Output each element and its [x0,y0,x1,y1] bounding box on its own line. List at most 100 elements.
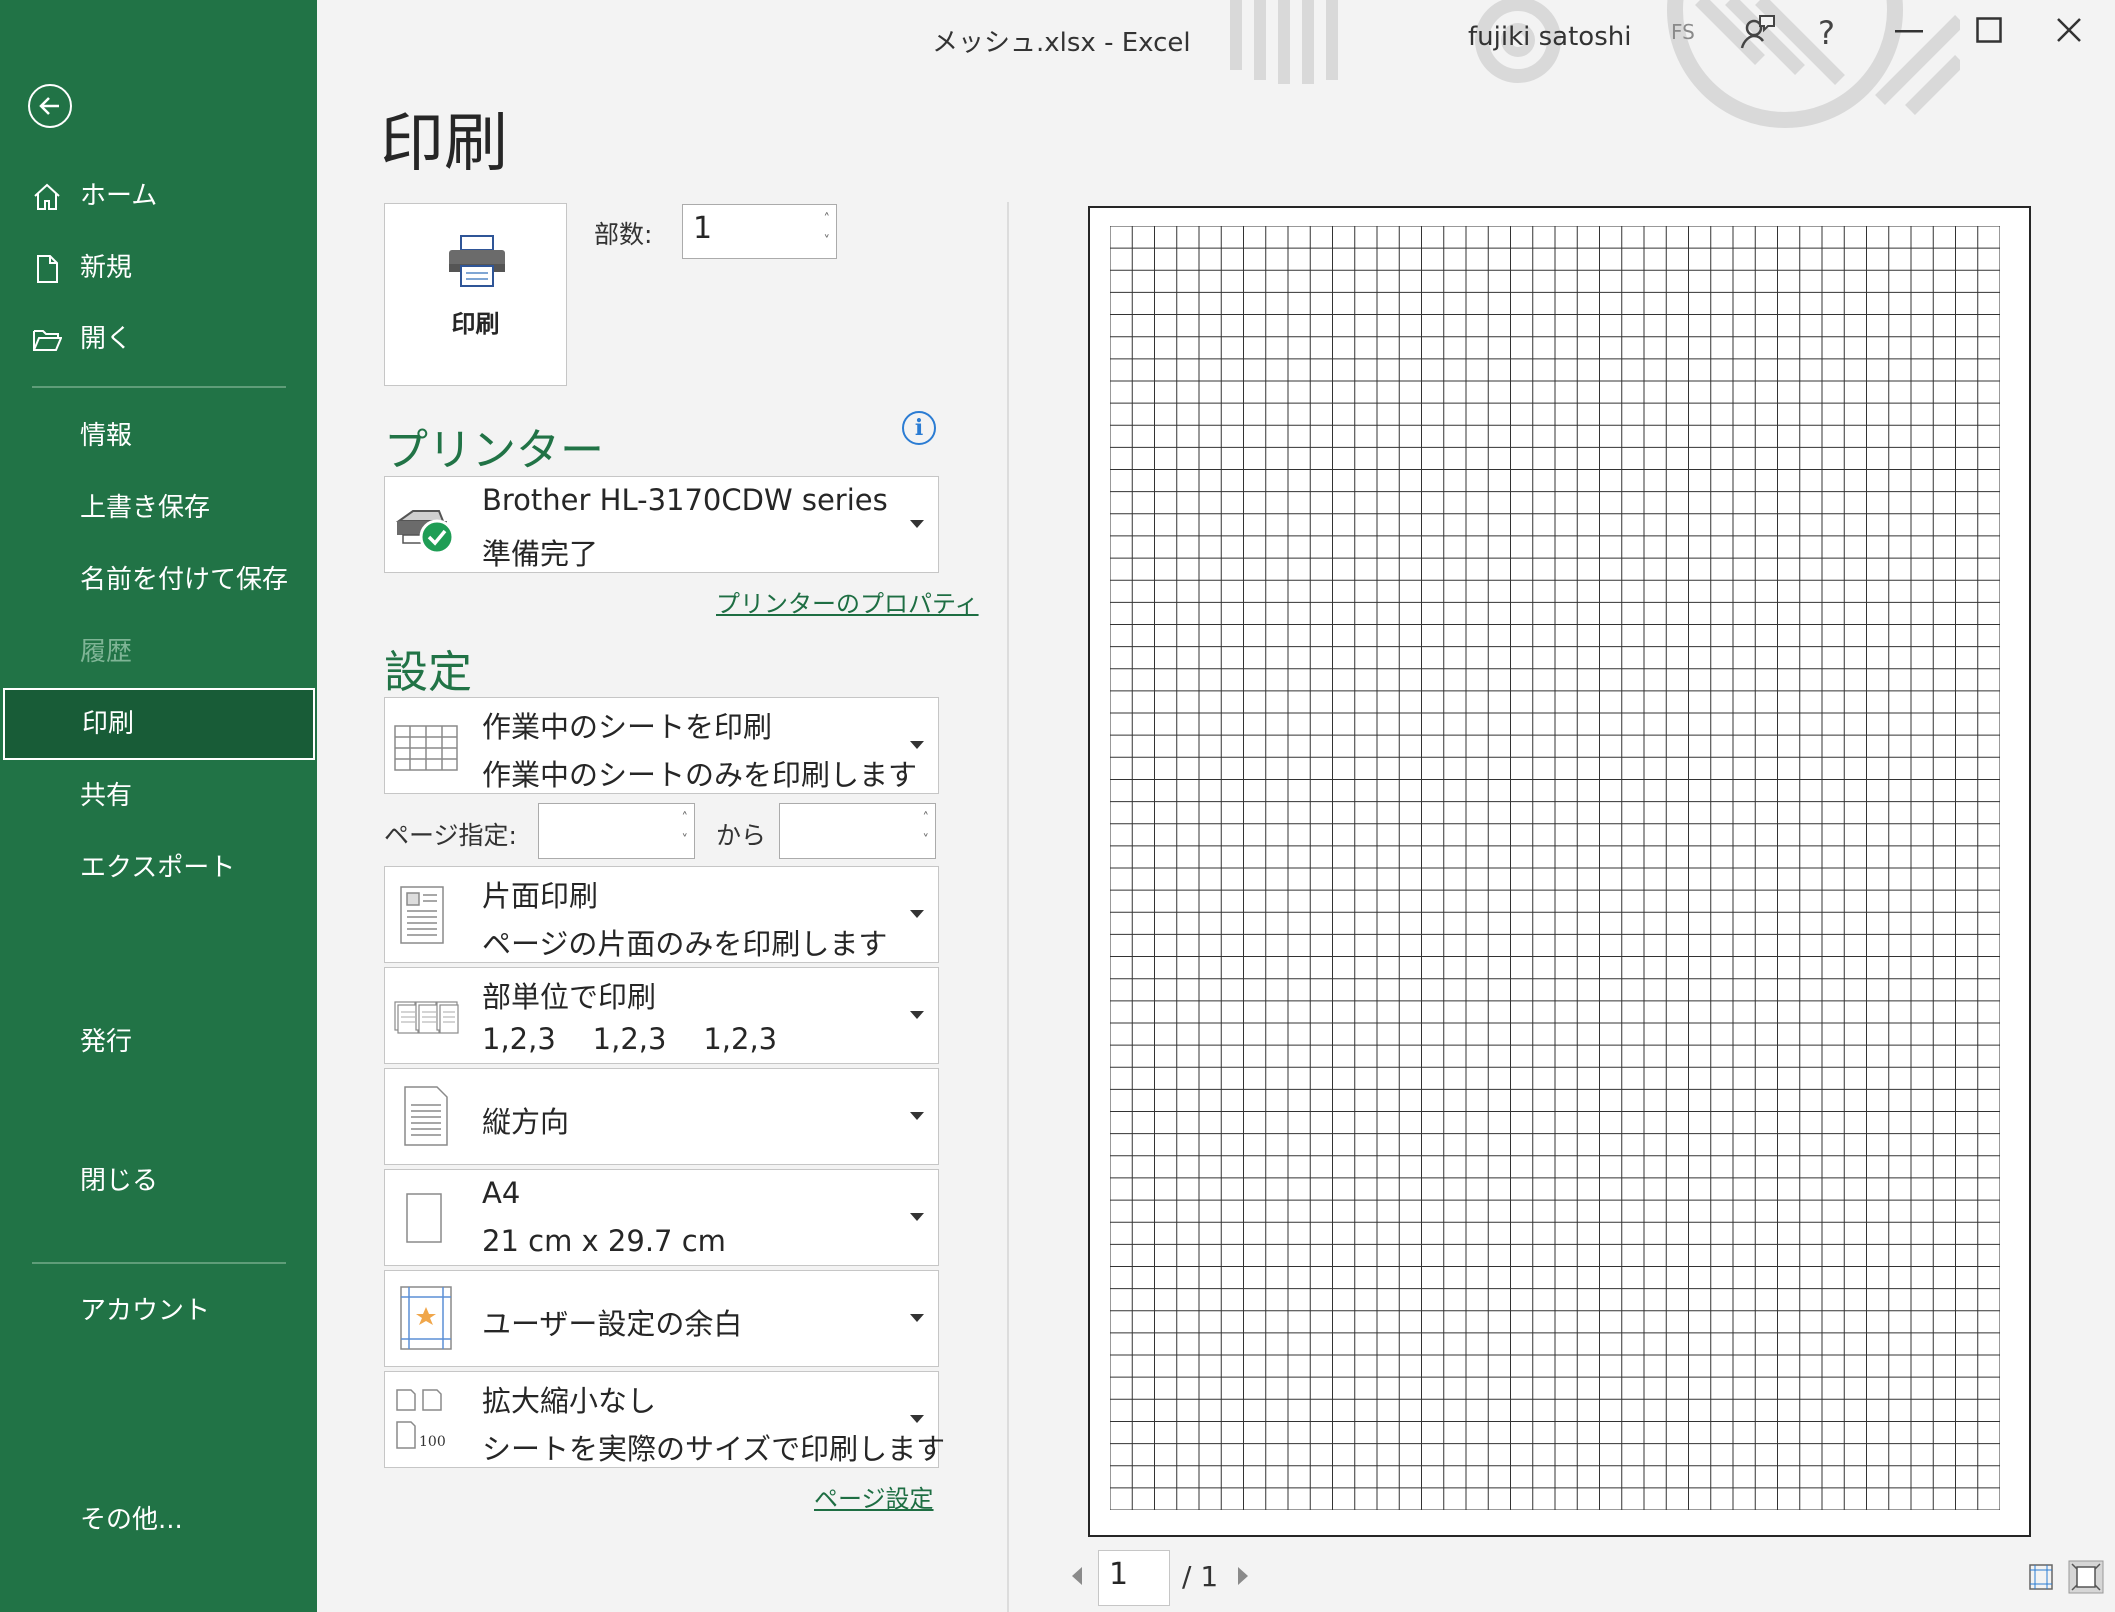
chevron-down-icon [910,520,924,528]
sides-desc: ページの片面のみを印刷します [482,927,888,961]
copies-label: 部数: [594,220,653,249]
share-comment-icon[interactable] [1738,12,1778,52]
pages-to-input[interactable]: ˄ ˅ [779,803,936,859]
sidebar-divider [32,1262,286,1264]
spin-arrows-icon[interactable]: ˄ ˅ [923,808,930,852]
sidebar-item-label: その他... [80,1505,183,1535]
sidebar-item-save-as[interactable]: 名前を付けて保存 [0,550,317,610]
margins-value: ユーザー設定の余白 [482,1307,743,1341]
printer-status: 準備完了 [482,537,599,571]
minimize-icon[interactable] [1895,30,1923,34]
sidebar-item-label: 共有 [80,781,133,811]
mesh-grid [1110,226,2000,1510]
chevron-down-icon [910,1112,924,1120]
help-button[interactable]: ? [1818,14,1835,52]
scaling-icon-label: 100 [419,1434,446,1450]
sidebar-item-more[interactable]: その他... [0,1490,317,1550]
sidebar-item-label: 発行 [80,1027,133,1057]
sidebar-item-open[interactable]: 開く [0,309,317,369]
sidebar-item-account[interactable]: アカウント [0,1281,317,1341]
current-page-input[interactable]: 1 [1098,1550,1170,1606]
sidebar-item-history: 履歴 [0,622,317,682]
show-margins-icon[interactable] [2027,1563,2055,1591]
orientation-dropdown[interactable]: 縦方向 [384,1068,939,1165]
sidebar-item-label: ホーム [80,181,158,211]
sides-title: 片面印刷 [482,879,599,913]
sidebar-item-label: 情報 [80,421,133,451]
sidebar-divider [32,386,286,388]
arrow-left-icon [39,97,59,115]
chevron-down-icon [910,1011,924,1019]
sidebar-item-label: エクスポート [80,853,236,883]
next-page-icon[interactable] [1236,1565,1250,1587]
printer-icon [449,235,505,287]
scaling-dropdown[interactable]: 100 拡大縮小なし シートを実際のサイズで印刷します [384,1371,945,1468]
printer-dropdown[interactable]: Brother HL-3170CDW series 準備完了 [384,476,939,573]
info-icon[interactable]: i [902,411,936,445]
backstage-sidebar: ホーム 新規 開く 情報 上書き保存 名前を付けて保存 履歴 印刷 共有 エクス… [0,0,317,1612]
print-what-title: 作業中のシートを印刷 [482,710,773,744]
custom-margins-icon [400,1286,452,1350]
page-setup-link[interactable]: ページ設定 [814,1479,934,1514]
sidebar-item-home[interactable]: ホーム [0,166,317,226]
print-what-desc: 作業中のシートのみを印刷します [482,758,918,792]
page-title: 印刷 [380,107,508,181]
sidebar-item-publish[interactable]: 発行 [0,1012,317,1072]
paper-size-desc: 21 cm x 29.7 cm [482,1224,726,1258]
sidebar-item-print[interactable]: 印刷 [3,688,315,760]
portrait-page-icon [404,1086,448,1146]
paper-size-title: A4 [482,1176,521,1210]
chevron-down-icon [910,1314,924,1322]
folder-open-icon [33,330,62,351]
printer-properties-link[interactable]: プリンターのプロパティ [716,584,979,619]
sidebar-item-label: 閉じる [80,1166,159,1196]
scaling-title: 拡大縮小なし [482,1384,657,1418]
print-what-dropdown[interactable]: 作業中のシートを印刷 作業中のシートのみを印刷します [384,697,939,794]
sheet-grid-icon [394,725,458,771]
blank-page-icon [406,1193,442,1243]
sidebar-item-info[interactable]: 情報 [0,406,317,466]
copies-stepper[interactable]: 1 ˄ ˅ [682,204,837,259]
collate-title: 部単位で印刷 [482,980,657,1014]
user-name[interactable]: fujiki satoshi [1468,22,1631,52]
sidebar-item-new[interactable]: 新規 [0,238,317,298]
printer-name: Brother HL-3170CDW series [482,483,888,517]
sidebar-item-label: 開く [80,324,133,354]
copies-value: 1 [693,211,713,246]
spin-arrows-icon[interactable]: ˄ ˅ [682,808,689,852]
sidebar-item-save[interactable]: 上書き保存 [0,478,317,538]
printer-section-title: プリンター [384,425,604,476]
back-button[interactable] [28,84,72,128]
print-button[interactable]: 印刷 [384,203,567,386]
user-initials-avatar[interactable]: FS [1671,20,1695,44]
no-scaling-icon: 100 [396,1389,446,1450]
orientation-value: 縦方向 [482,1105,570,1139]
collated-pages-icon [394,1001,459,1034]
pane-splitter[interactable] [1007,202,1009,1612]
sidebar-item-label: 新規 [80,253,133,283]
previous-page-icon[interactable] [1070,1565,1084,1587]
sidebar-item-share[interactable]: 共有 [0,766,317,826]
pages-to-label: から [716,821,767,850]
sidebar-item-label: 印刷 [82,709,135,739]
sidebar-item-export[interactable]: エクスポート [0,838,317,898]
sidebar-item-label: 名前を付けて保存 [80,565,289,595]
close-icon[interactable] [2056,17,2082,43]
sides-dropdown[interactable]: 片面印刷 ページの片面のみを印刷します [384,866,939,963]
window-title: メッシュ.xlsx - Excel [932,28,1191,58]
spin-arrows-icon[interactable]: ˄ ˅ [824,209,831,253]
new-document-icon [37,255,58,283]
sidebar-item-close[interactable]: 閉じる [0,1151,317,1211]
sidebar-item-label: 上書き保存 [80,493,211,523]
maximize-icon[interactable] [1976,17,2002,43]
scaling-desc: シートを実際のサイズで印刷します [482,1432,946,1466]
chevron-down-icon [910,1213,924,1221]
title-bar-decoration [1230,0,1960,128]
paper-size-dropdown[interactable]: A4 21 cm x 29.7 cm [384,1169,939,1266]
chevron-down-icon [910,1415,924,1423]
zoom-to-page-icon[interactable] [2068,1560,2104,1594]
collate-dropdown[interactable]: 部単位で印刷 1,2,3 1,2,3 1,2,3 [384,967,939,1064]
settings-section-title: 設定 [384,647,472,698]
margins-dropdown[interactable]: ユーザー設定の余白 [384,1270,939,1367]
pages-from-input[interactable]: ˄ ˅ [538,803,695,859]
